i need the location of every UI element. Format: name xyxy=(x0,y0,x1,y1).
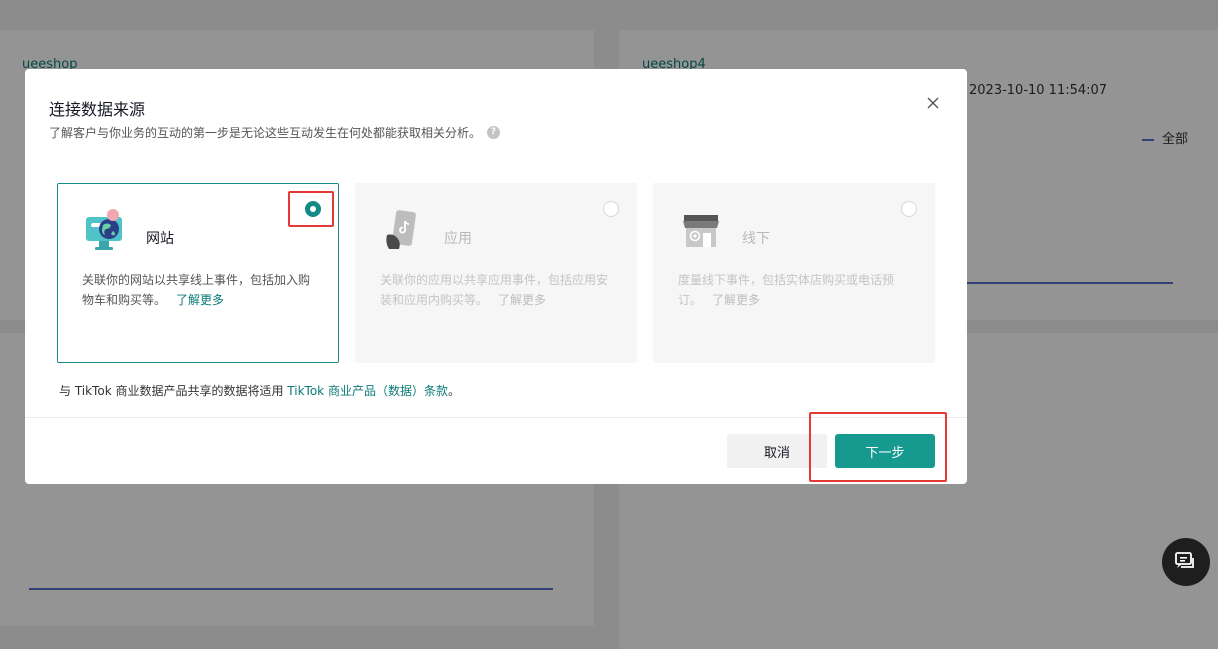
close-icon[interactable] xyxy=(925,95,941,111)
option-offline[interactable]: 线下 度量线下事件，包括实体店购买或电话预订。 了解更多 xyxy=(653,183,935,363)
offline-store-icon xyxy=(683,215,719,247)
option-name: 网站 xyxy=(146,231,174,247)
help-icon[interactable]: ? xyxy=(487,126,501,139)
option-description: 度量线下事件，包括实体店购买或电话预订。 了解更多 xyxy=(678,273,895,307)
learn-more-link[interactable]: 了解更多 xyxy=(712,293,760,307)
option-radio[interactable] xyxy=(603,201,619,217)
annotation-highlight-box xyxy=(809,412,947,482)
option-app[interactable]: 应用 关联你的应用以共享应用事件，包括应用安装和应用内购买等。 了解更多 xyxy=(355,183,637,363)
chat-icon xyxy=(1175,552,1194,568)
modal-title: 连接数据来源 xyxy=(49,100,146,119)
terms-link[interactable]: TikTok 商业产品（数据）条款 xyxy=(287,384,448,398)
connect-data-source-modal: 连接数据来源 了解客户与你业务的互动的第一步是无论这些互动发生在何处都能获取相关… xyxy=(25,69,967,484)
option-name: 应用 xyxy=(444,231,472,247)
option-description: 关联你的网站以共享线上事件，包括加入购物车和购买等。 了解更多 xyxy=(82,273,311,307)
chat-support-button[interactable] xyxy=(1162,538,1210,586)
option-radio[interactable] xyxy=(901,201,917,217)
option-description: 关联你的应用以共享应用事件，包括应用安装和应用内购买等。 了解更多 xyxy=(380,273,609,307)
modal-subtitle: 了解客户与你业务的互动的第一步是无论这些互动发生在何处都能获取相关分析。 ? xyxy=(49,124,501,141)
terms-footnote: 与 TikTok 商业数据产品共享的数据将适用 TikTok 商业产品（数据）条… xyxy=(59,384,460,398)
app-phone-icon xyxy=(386,210,416,249)
option-name: 线下 xyxy=(742,231,770,247)
learn-more-link[interactable]: 了解更多 xyxy=(498,293,546,307)
website-globe-icon xyxy=(86,209,122,250)
learn-more-link[interactable]: 了解更多 xyxy=(176,293,224,307)
annotation-highlight-box xyxy=(288,191,334,227)
